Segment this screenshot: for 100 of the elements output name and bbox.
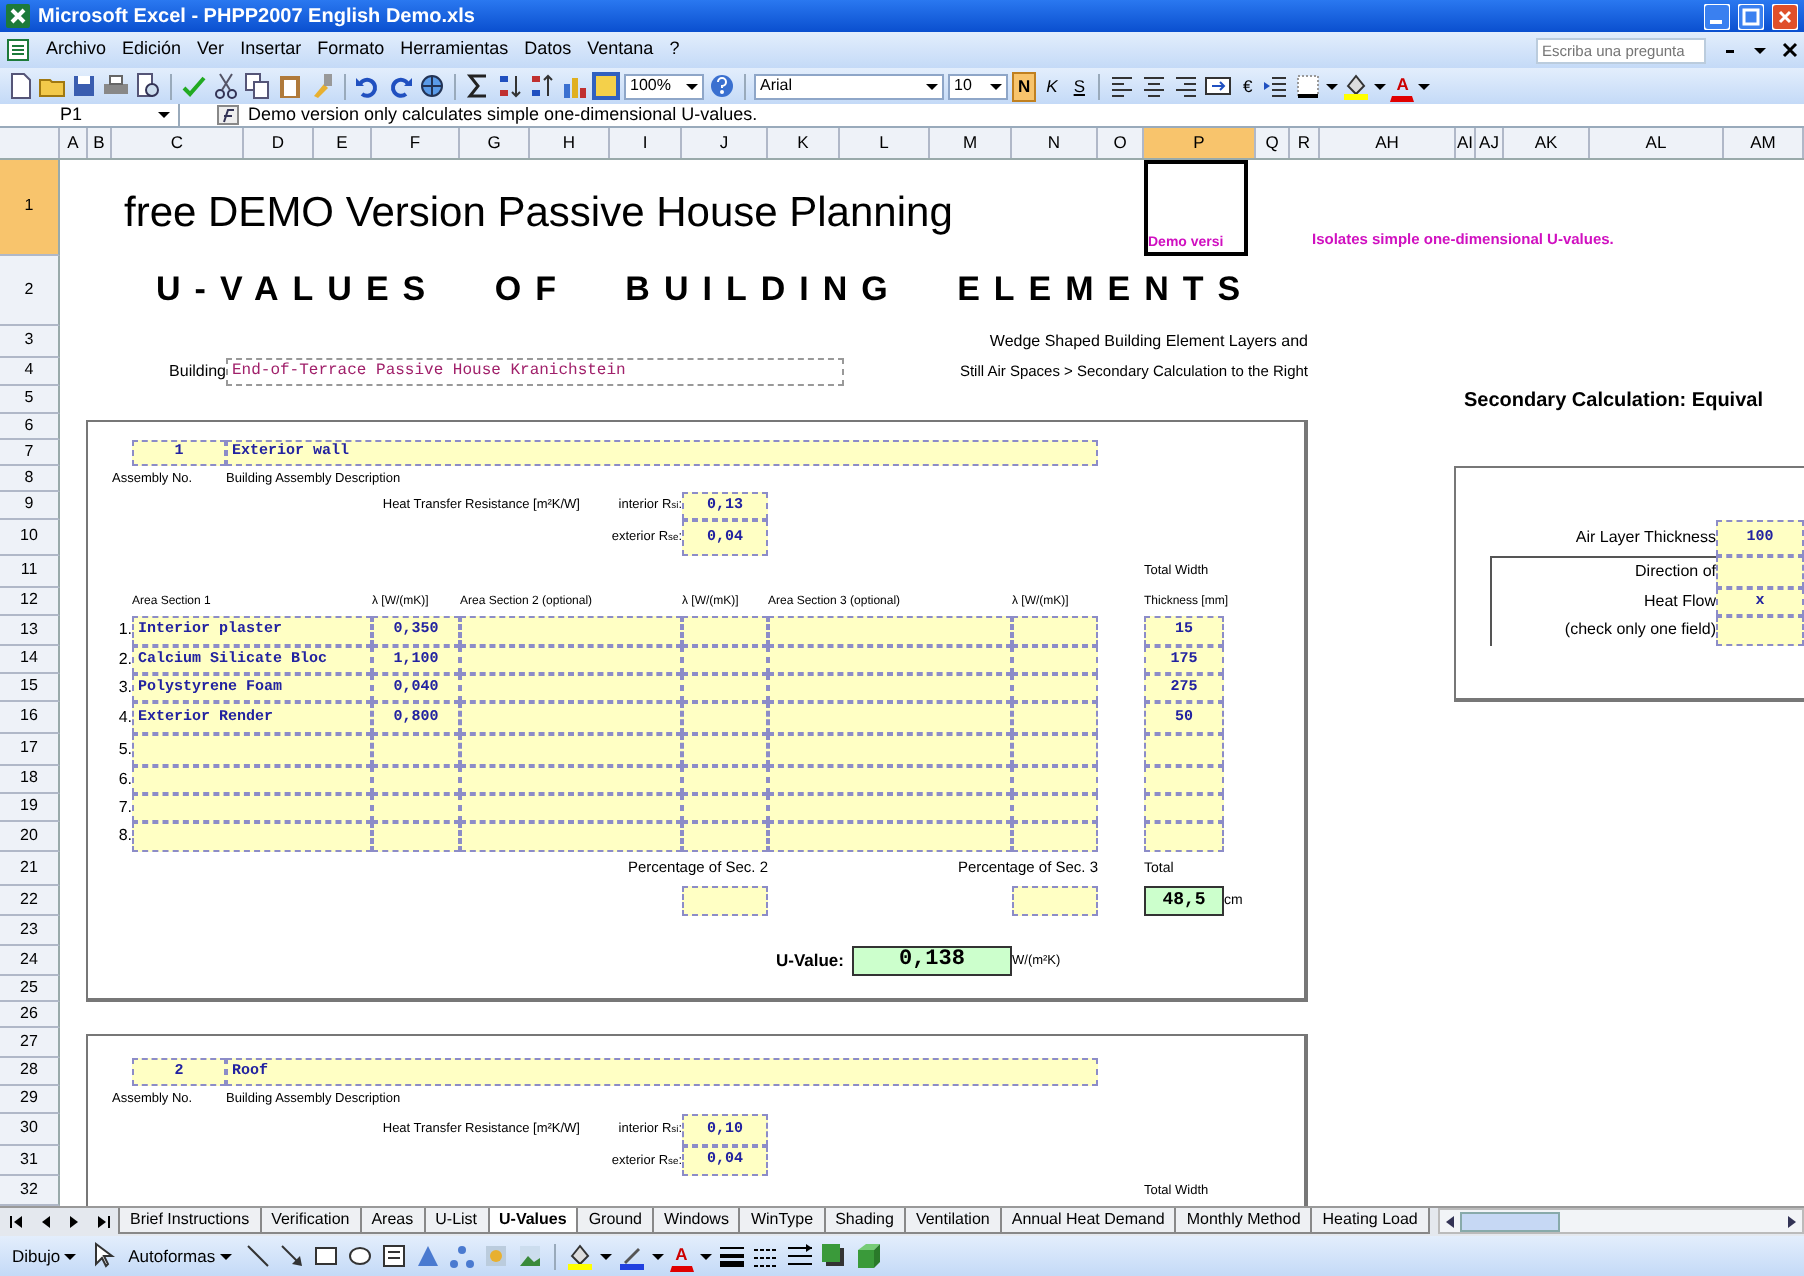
autosum-icon[interactable] bbox=[464, 72, 492, 100]
row-header[interactable]: 1 bbox=[0, 160, 60, 256]
brush-icon[interactable] bbox=[308, 72, 336, 100]
save-icon[interactable] bbox=[70, 72, 98, 100]
image-icon[interactable] bbox=[515, 1242, 544, 1270]
sheet-tab[interactable]: Brief Instructions bbox=[118, 1208, 262, 1234]
input-cell[interactable] bbox=[1012, 794, 1098, 822]
input-cell[interactable] bbox=[372, 794, 460, 822]
sheet-tab[interactable]: Ground bbox=[576, 1208, 654, 1234]
row-header[interactable]: 13 bbox=[0, 616, 60, 646]
column-header[interactable]: C bbox=[112, 128, 244, 158]
column-header[interactable]: H bbox=[530, 128, 610, 158]
input-cell[interactable] bbox=[682, 734, 768, 766]
align-left-icon[interactable] bbox=[1108, 72, 1137, 100]
menu-item[interactable]: Datos bbox=[524, 40, 572, 60]
sheet-tab[interactable]: U-List bbox=[423, 1208, 490, 1234]
row-header[interactable]: 31 bbox=[0, 1146, 60, 1176]
row-header[interactable]: 20 bbox=[0, 822, 60, 852]
sheet-tab[interactable]: WinType bbox=[738, 1208, 826, 1234]
clipboard-icon[interactable] bbox=[276, 72, 304, 100]
scroll-thumb[interactable] bbox=[1459, 1211, 1560, 1231]
input-cell[interactable] bbox=[1012, 734, 1098, 766]
menu-item[interactable]: Herramientas bbox=[400, 40, 509, 60]
column-header[interactable]: AL bbox=[1590, 128, 1724, 158]
input-cell[interactable] bbox=[682, 822, 768, 852]
row-header[interactable]: 15 bbox=[0, 674, 60, 702]
fill-color-icon[interactable] bbox=[1342, 72, 1371, 100]
scissors-icon[interactable] bbox=[212, 72, 240, 100]
input-cell[interactable] bbox=[768, 766, 1012, 794]
bar-chart-icon[interactable] bbox=[560, 72, 588, 100]
row-header[interactable]: 29 bbox=[0, 1086, 60, 1114]
column-header[interactable]: K bbox=[768, 128, 840, 158]
input-cell[interactable] bbox=[682, 766, 768, 794]
input-cell[interactable] bbox=[768, 734, 1012, 766]
column-header[interactable]: AI bbox=[1456, 128, 1476, 158]
column-header[interactable]: L bbox=[840, 128, 930, 158]
font-color-button[interactable]: A bbox=[669, 1241, 694, 1271]
input-cell[interactable] bbox=[1012, 674, 1098, 702]
row-header[interactable]: 8 bbox=[0, 466, 60, 492]
currency-button[interactable]: € bbox=[1236, 71, 1259, 101]
sheet-tab[interactable]: Monthly Method bbox=[1174, 1208, 1313, 1234]
column-header[interactable]: AJ bbox=[1476, 128, 1504, 158]
column-header[interactable]: R bbox=[1290, 128, 1320, 158]
row-header[interactable]: 11 bbox=[0, 556, 60, 588]
menu-item[interactable]: ? bbox=[669, 40, 680, 60]
row-header[interactable]: 12 bbox=[0, 588, 60, 616]
input-cell[interactable] bbox=[132, 766, 372, 794]
row-header[interactable]: 27 bbox=[0, 1028, 60, 1058]
column-header[interactable]: F bbox=[372, 128, 460, 158]
arrow-icon[interactable] bbox=[277, 1242, 306, 1270]
input-cell[interactable] bbox=[768, 702, 1012, 734]
rectangle-icon[interactable] bbox=[311, 1242, 340, 1270]
sort-ascending-icon[interactable] bbox=[496, 72, 524, 100]
row-header[interactable]: 30 bbox=[0, 1114, 60, 1146]
row-header[interactable]: 16 bbox=[0, 702, 60, 734]
row-header[interactable]: 14 bbox=[0, 646, 60, 674]
input-cell[interactable] bbox=[1012, 822, 1098, 852]
new-document-icon[interactable] bbox=[6, 72, 34, 100]
row-header[interactable]: 19 bbox=[0, 794, 60, 822]
diagram-icon[interactable] bbox=[447, 1242, 476, 1270]
3d-box-icon[interactable] bbox=[853, 1242, 882, 1270]
input-cell[interactable] bbox=[768, 646, 1012, 674]
input-cell[interactable] bbox=[1716, 616, 1804, 646]
zoom-dropdown[interactable]: 100% bbox=[624, 73, 704, 99]
input-cell[interactable] bbox=[1012, 616, 1098, 646]
merge-cells-icon[interactable] bbox=[1204, 72, 1233, 100]
building-field[interactable]: End-of-Terrace Passive House Kranichstein bbox=[226, 358, 844, 386]
fill-color-icon[interactable] bbox=[565, 1242, 594, 1270]
sort-descending-icon[interactable] bbox=[528, 72, 556, 100]
input-cell[interactable] bbox=[460, 822, 682, 852]
row-header[interactable]: 28 bbox=[0, 1058, 60, 1086]
column-header[interactable]: G bbox=[460, 128, 530, 158]
formula-content[interactable]: Demo version only calculates simple one-dimensional U-values. bbox=[248, 105, 758, 125]
sheet-tab[interactable]: Ventilation bbox=[903, 1208, 1002, 1234]
input-cell[interactable] bbox=[1144, 822, 1224, 852]
sheet-tab[interactable]: Heating Load bbox=[1310, 1208, 1430, 1234]
row-header[interactable]: 3 bbox=[0, 326, 60, 358]
function-icon[interactable] bbox=[216, 104, 240, 126]
maximize-icon[interactable] bbox=[1738, 3, 1764, 29]
column-header[interactable]: M bbox=[930, 128, 1012, 158]
input-cell[interactable] bbox=[1144, 794, 1224, 822]
column-header[interactable]: I bbox=[610, 128, 682, 158]
column-header[interactable]: AH bbox=[1320, 128, 1456, 158]
sheet-tab[interactable]: Areas bbox=[359, 1208, 426, 1234]
draw-menu-button[interactable]: Dibujo bbox=[6, 1241, 83, 1271]
row-header[interactable]: 10 bbox=[0, 520, 60, 556]
sheet-tab[interactable]: Windows bbox=[652, 1208, 741, 1234]
input-cell[interactable] bbox=[372, 766, 460, 794]
input-cell[interactable] bbox=[768, 674, 1012, 702]
horizontal-scrollbar[interactable] bbox=[1437, 1208, 1804, 1234]
shadow-icon[interactable] bbox=[819, 1242, 848, 1270]
input-cell[interactable] bbox=[460, 734, 682, 766]
row-header[interactable]: 17 bbox=[0, 734, 60, 766]
text-box-icon[interactable] bbox=[379, 1242, 408, 1270]
input-cell[interactable] bbox=[768, 616, 1012, 646]
sheet-tab[interactable]: Shading bbox=[823, 1208, 906, 1234]
clip-art-icon[interactable] bbox=[481, 1242, 510, 1270]
input-cell[interactable] bbox=[1716, 556, 1804, 588]
column-header[interactable]: AM bbox=[1724, 128, 1804, 158]
column-header[interactable]: Q bbox=[1256, 128, 1290, 158]
